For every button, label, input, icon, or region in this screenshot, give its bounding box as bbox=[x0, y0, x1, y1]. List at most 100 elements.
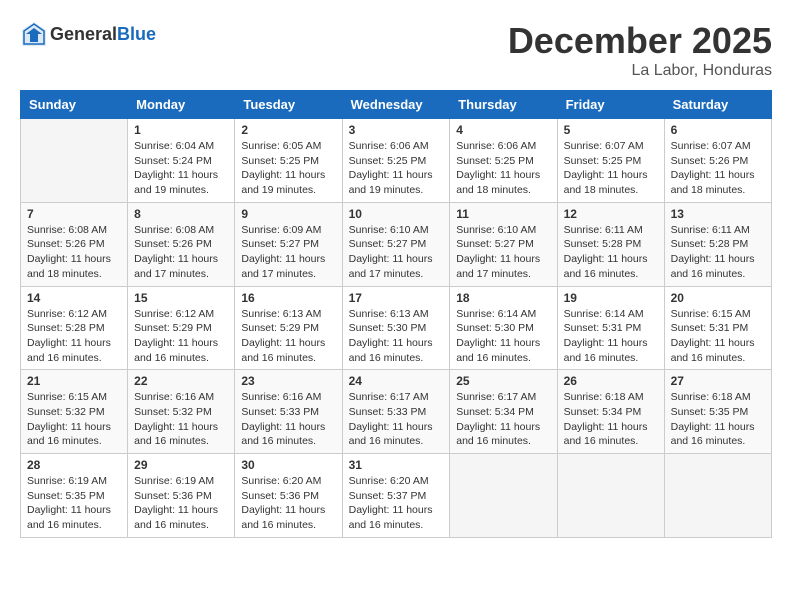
day-info: Sunrise: 6:12 AMSunset: 5:29 PMDaylight:… bbox=[134, 307, 228, 366]
day-number: 29 bbox=[134, 458, 228, 472]
day-number: 23 bbox=[241, 374, 335, 388]
day-info: Sunrise: 6:07 AMSunset: 5:26 PMDaylight:… bbox=[671, 139, 765, 198]
calendar-day-cell: 14 Sunrise: 6:12 AMSunset: 5:28 PMDaylig… bbox=[21, 286, 128, 370]
day-number: 16 bbox=[241, 291, 335, 305]
day-info: Sunrise: 6:04 AMSunset: 5:24 PMDaylight:… bbox=[134, 139, 228, 198]
month-title: December 2025 bbox=[508, 20, 772, 62]
day-number: 6 bbox=[671, 123, 765, 137]
calendar-day-cell: 9 Sunrise: 6:09 AMSunset: 5:27 PMDayligh… bbox=[235, 202, 342, 286]
calendar-day-cell: 31 Sunrise: 6:20 AMSunset: 5:37 PMDaylig… bbox=[342, 454, 450, 538]
day-number: 18 bbox=[456, 291, 550, 305]
day-of-week-header: Tuesday bbox=[235, 91, 342, 119]
day-number: 22 bbox=[134, 374, 228, 388]
calendar-day-cell: 11 Sunrise: 6:10 AMSunset: 5:27 PMDaylig… bbox=[450, 202, 557, 286]
day-info: Sunrise: 6:07 AMSunset: 5:25 PMDaylight:… bbox=[564, 139, 658, 198]
day-number: 17 bbox=[349, 291, 444, 305]
day-info: Sunrise: 6:15 AMSunset: 5:32 PMDaylight:… bbox=[27, 390, 121, 449]
day-number: 2 bbox=[241, 123, 335, 137]
calendar-day-cell: 24 Sunrise: 6:17 AMSunset: 5:33 PMDaylig… bbox=[342, 370, 450, 454]
page-header: GeneralBlue December 2025 La Labor, Hond… bbox=[20, 20, 772, 80]
logo-general: General bbox=[50, 24, 117, 44]
logo-blue: Blue bbox=[117, 24, 156, 44]
day-info: Sunrise: 6:05 AMSunset: 5:25 PMDaylight:… bbox=[241, 139, 335, 198]
day-info: Sunrise: 6:13 AMSunset: 5:30 PMDaylight:… bbox=[349, 307, 444, 366]
day-info: Sunrise: 6:11 AMSunset: 5:28 PMDaylight:… bbox=[671, 223, 765, 282]
day-of-week-header: Thursday bbox=[450, 91, 557, 119]
day-number: 13 bbox=[671, 207, 765, 221]
day-of-week-header: Monday bbox=[128, 91, 235, 119]
calendar-day-cell: 3 Sunrise: 6:06 AMSunset: 5:25 PMDayligh… bbox=[342, 119, 450, 203]
calendar-day-cell: 21 Sunrise: 6:15 AMSunset: 5:32 PMDaylig… bbox=[21, 370, 128, 454]
calendar-day-cell: 23 Sunrise: 6:16 AMSunset: 5:33 PMDaylig… bbox=[235, 370, 342, 454]
day-number: 24 bbox=[349, 374, 444, 388]
day-info: Sunrise: 6:06 AMSunset: 5:25 PMDaylight:… bbox=[349, 139, 444, 198]
day-info: Sunrise: 6:08 AMSunset: 5:26 PMDaylight:… bbox=[27, 223, 121, 282]
calendar-day-cell: 1 Sunrise: 6:04 AMSunset: 5:24 PMDayligh… bbox=[128, 119, 235, 203]
calendar-day-cell: 13 Sunrise: 6:11 AMSunset: 5:28 PMDaylig… bbox=[664, 202, 771, 286]
calendar-day-cell bbox=[450, 454, 557, 538]
day-number: 11 bbox=[456, 207, 550, 221]
title-section: December 2025 La Labor, Honduras bbox=[508, 20, 772, 80]
calendar-day-cell: 20 Sunrise: 6:15 AMSunset: 5:31 PMDaylig… bbox=[664, 286, 771, 370]
day-number: 10 bbox=[349, 207, 444, 221]
day-number: 30 bbox=[241, 458, 335, 472]
day-of-week-header: Sunday bbox=[21, 91, 128, 119]
calendar-day-cell: 26 Sunrise: 6:18 AMSunset: 5:34 PMDaylig… bbox=[557, 370, 664, 454]
day-number: 12 bbox=[564, 207, 658, 221]
day-info: Sunrise: 6:10 AMSunset: 5:27 PMDaylight:… bbox=[349, 223, 444, 282]
calendar-day-cell: 4 Sunrise: 6:06 AMSunset: 5:25 PMDayligh… bbox=[450, 119, 557, 203]
day-number: 4 bbox=[456, 123, 550, 137]
day-number: 5 bbox=[564, 123, 658, 137]
day-number: 8 bbox=[134, 207, 228, 221]
logo-text: GeneralBlue bbox=[50, 24, 156, 45]
day-of-week-header: Saturday bbox=[664, 91, 771, 119]
calendar-header-row: SundayMondayTuesdayWednesdayThursdayFrid… bbox=[21, 91, 772, 119]
day-number: 9 bbox=[241, 207, 335, 221]
day-info: Sunrise: 6:11 AMSunset: 5:28 PMDaylight:… bbox=[564, 223, 658, 282]
logo-icon bbox=[20, 20, 48, 48]
location: La Labor, Honduras bbox=[508, 62, 772, 80]
calendar-day-cell: 6 Sunrise: 6:07 AMSunset: 5:26 PMDayligh… bbox=[664, 119, 771, 203]
day-info: Sunrise: 6:20 AMSunset: 5:36 PMDaylight:… bbox=[241, 474, 335, 533]
calendar-day-cell: 27 Sunrise: 6:18 AMSunset: 5:35 PMDaylig… bbox=[664, 370, 771, 454]
calendar-week-row: 7 Sunrise: 6:08 AMSunset: 5:26 PMDayligh… bbox=[21, 202, 772, 286]
calendar-day-cell: 2 Sunrise: 6:05 AMSunset: 5:25 PMDayligh… bbox=[235, 119, 342, 203]
calendar-day-cell: 28 Sunrise: 6:19 AMSunset: 5:35 PMDaylig… bbox=[21, 454, 128, 538]
calendar-day-cell: 29 Sunrise: 6:19 AMSunset: 5:36 PMDaylig… bbox=[128, 454, 235, 538]
calendar-day-cell: 25 Sunrise: 6:17 AMSunset: 5:34 PMDaylig… bbox=[450, 370, 557, 454]
day-number: 28 bbox=[27, 458, 121, 472]
day-info: Sunrise: 6:20 AMSunset: 5:37 PMDaylight:… bbox=[349, 474, 444, 533]
day-info: Sunrise: 6:09 AMSunset: 5:27 PMDaylight:… bbox=[241, 223, 335, 282]
calendar-day-cell: 8 Sunrise: 6:08 AMSunset: 5:26 PMDayligh… bbox=[128, 202, 235, 286]
day-info: Sunrise: 6:17 AMSunset: 5:34 PMDaylight:… bbox=[456, 390, 550, 449]
day-info: Sunrise: 6:19 AMSunset: 5:35 PMDaylight:… bbox=[27, 474, 121, 533]
calendar-day-cell: 17 Sunrise: 6:13 AMSunset: 5:30 PMDaylig… bbox=[342, 286, 450, 370]
calendar-day-cell: 19 Sunrise: 6:14 AMSunset: 5:31 PMDaylig… bbox=[557, 286, 664, 370]
day-info: Sunrise: 6:19 AMSunset: 5:36 PMDaylight:… bbox=[134, 474, 228, 533]
calendar-day-cell: 16 Sunrise: 6:13 AMSunset: 5:29 PMDaylig… bbox=[235, 286, 342, 370]
day-info: Sunrise: 6:06 AMSunset: 5:25 PMDaylight:… bbox=[456, 139, 550, 198]
day-info: Sunrise: 6:16 AMSunset: 5:33 PMDaylight:… bbox=[241, 390, 335, 449]
day-number: 31 bbox=[349, 458, 444, 472]
day-of-week-header: Wednesday bbox=[342, 91, 450, 119]
day-of-week-header: Friday bbox=[557, 91, 664, 119]
day-number: 25 bbox=[456, 374, 550, 388]
calendar-day-cell: 18 Sunrise: 6:14 AMSunset: 5:30 PMDaylig… bbox=[450, 286, 557, 370]
day-info: Sunrise: 6:18 AMSunset: 5:34 PMDaylight:… bbox=[564, 390, 658, 449]
calendar-day-cell: 30 Sunrise: 6:20 AMSunset: 5:36 PMDaylig… bbox=[235, 454, 342, 538]
calendar-week-row: 28 Sunrise: 6:19 AMSunset: 5:35 PMDaylig… bbox=[21, 454, 772, 538]
day-number: 27 bbox=[671, 374, 765, 388]
day-number: 26 bbox=[564, 374, 658, 388]
day-number: 14 bbox=[27, 291, 121, 305]
day-info: Sunrise: 6:10 AMSunset: 5:27 PMDaylight:… bbox=[456, 223, 550, 282]
calendar-table: SundayMondayTuesdayWednesdayThursdayFrid… bbox=[20, 90, 772, 538]
calendar-week-row: 1 Sunrise: 6:04 AMSunset: 5:24 PMDayligh… bbox=[21, 119, 772, 203]
calendar-day-cell bbox=[21, 119, 128, 203]
calendar-day-cell: 22 Sunrise: 6:16 AMSunset: 5:32 PMDaylig… bbox=[128, 370, 235, 454]
day-info: Sunrise: 6:08 AMSunset: 5:26 PMDaylight:… bbox=[134, 223, 228, 282]
day-number: 15 bbox=[134, 291, 228, 305]
day-info: Sunrise: 6:18 AMSunset: 5:35 PMDaylight:… bbox=[671, 390, 765, 449]
calendar-day-cell: 10 Sunrise: 6:10 AMSunset: 5:27 PMDaylig… bbox=[342, 202, 450, 286]
day-info: Sunrise: 6:14 AMSunset: 5:31 PMDaylight:… bbox=[564, 307, 658, 366]
day-info: Sunrise: 6:13 AMSunset: 5:29 PMDaylight:… bbox=[241, 307, 335, 366]
